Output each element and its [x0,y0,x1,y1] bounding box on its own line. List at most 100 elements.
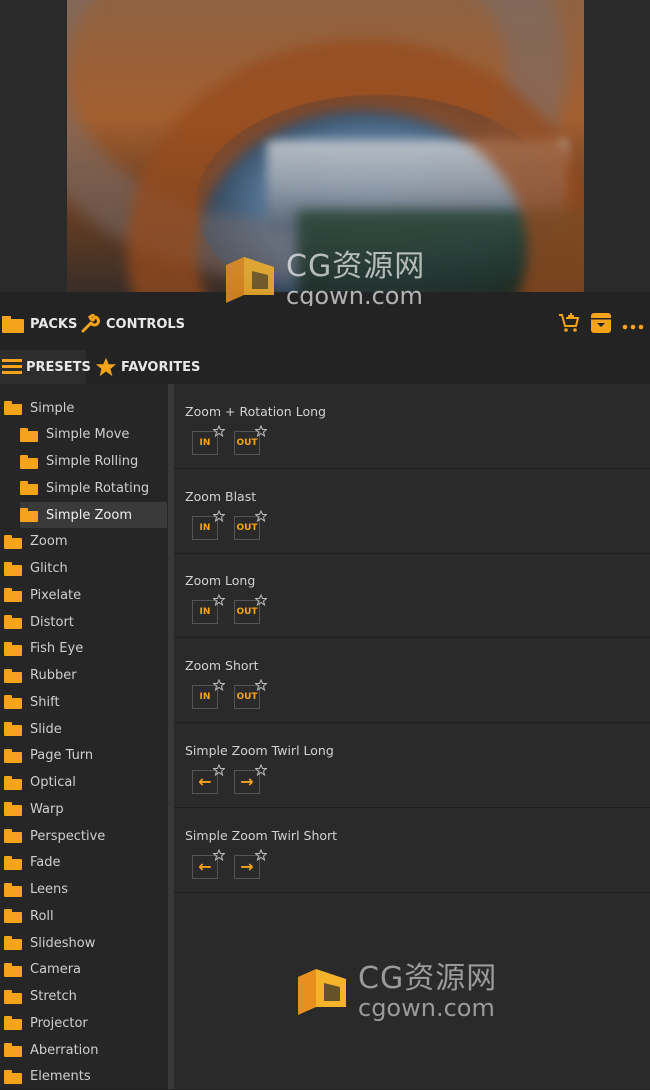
sidebar-item[interactable]: Shift [0,689,168,715]
sidebar-item[interactable]: Elements [0,1064,168,1090]
favorite-star-icon[interactable] [212,594,226,607]
folder-icon [20,481,38,496]
sidebar-item[interactable]: Simple Move [0,422,168,448]
preset-button-label: IN [199,438,211,448]
preset-apply-button[interactable]: ← [192,763,226,794]
sidebar-item[interactable]: Simple Rolling [0,449,168,475]
folder-icon [4,775,22,790]
watermark-logo-icon [222,255,278,305]
sidebar-item-label: Fade [30,855,61,871]
star-icon [95,357,117,377]
preset-button-label: IN [199,522,211,533]
preset-card: Zoom Blast IN OUT [174,469,650,554]
download-box-icon[interactable] [590,312,612,338]
sidebar-item[interactable]: Simple Rotating [0,475,168,501]
preset-apply-button[interactable]: IN [192,509,226,540]
sidebar-item[interactable]: Simple Zoom [20,502,167,528]
folder-icon [20,427,38,442]
preset-name: Zoom Blast [185,488,257,504]
sidebar-item-label: Warp [30,801,64,817]
sidebar-item-label: Aberration [30,1042,99,1058]
folder-icon [4,668,22,683]
favorite-star-icon[interactable] [212,509,226,522]
folder-icon [20,508,38,522]
sidebar-item-label: Shift [30,694,60,710]
favorite-star-icon[interactable] [254,594,268,607]
favorite-star-icon[interactable] [254,424,268,438]
sidebar-item-label: Roll [30,908,54,924]
preset-apply-button[interactable]: OUT [234,424,268,455]
sidebar-item[interactable]: Simple [0,395,168,421]
preset-card: Zoom Short IN OUT [174,638,650,724]
more-icon[interactable] [622,316,644,335]
preset-button-label: → [240,771,254,791]
sidebar-item-label: Zoom [30,534,68,550]
sidebar-item[interactable]: Distort [0,609,168,635]
sidebar-item[interactable]: Fish Eye [0,636,168,662]
preset-apply-button[interactable]: OUT [234,594,268,625]
category-sidebar: Simple Simple Move Simple Rolling Simple Ro… [0,384,168,1089]
sidebar-item[interactable]: Roll [0,903,168,929]
sidebar-item[interactable]: Warp [0,796,168,822]
folder-icon [4,855,22,870]
sidebar-item[interactable]: Leens [0,877,168,903]
favorite-star-icon[interactable] [212,424,226,438]
sidebar-item[interactable]: Camera [0,957,168,983]
folder-icon [4,615,22,629]
folder-icon [4,802,22,817]
favorite-star-icon[interactable] [212,848,226,861]
sidebar-item[interactable]: Page Turn [0,743,168,769]
tab-presets[interactable]: PRESETS [0,350,91,384]
preset-apply-button[interactable]: ← [192,848,226,879]
tab-favorites[interactable]: FAVORITES [95,350,200,384]
preset-button-label: IN [199,692,211,703]
sidebar-item[interactable]: Rubber [0,663,168,689]
tab-controls-label: CONTROLS [106,316,186,332]
folder-icon [4,748,22,763]
sidebar-item[interactable]: Pixelate [0,582,168,608]
preset-apply-button[interactable]: → [234,763,268,794]
preset-name: Simple Zoom Twirl Long [185,742,334,758]
preset-apply-button[interactable]: OUT [234,678,268,710]
favorite-star-icon[interactable] [212,763,226,776]
tab-controls[interactable]: CONTROLS [80,306,185,342]
favorite-star-icon[interactable] [212,678,226,692]
folder-icon [20,454,38,469]
favorite-star-icon[interactable] [254,678,268,692]
sidebar-item[interactable]: Zoom [0,529,168,555]
sidebar-item[interactable]: Stretch [0,984,168,1010]
preset-apply-button[interactable]: IN [192,424,226,455]
favorite-star-icon[interactable] [254,848,268,861]
watermark-top: CG资源网 cgown.com [222,252,425,308]
preset-card: Simple Zoom Twirl Long ← → [174,723,650,808]
favorite-star-icon[interactable] [254,763,268,776]
folder-icon [4,882,22,897]
preset-apply-button[interactable]: IN [192,594,226,625]
folder-icon [4,909,22,924]
sidebar-item-label: Leens [30,882,69,897]
sidebar-item[interactable]: Optical [0,770,168,796]
preset-apply-button[interactable]: IN [192,678,226,710]
folder-icon [4,534,22,549]
cart-add-icon[interactable] [558,312,580,338]
folder-icon [4,588,22,603]
top-toolbar: PACKS CONTROLS [0,306,650,342]
preset-apply-button[interactable]: OUT [234,509,268,540]
sidebar-item[interactable]: Fade [0,850,168,876]
sidebar-item[interactable]: Projector [0,1010,168,1036]
sidebar-item[interactable]: Glitch [0,556,168,582]
preset-apply-button[interactable]: → [234,848,268,879]
folder-icon [2,315,24,333]
sidebar-item[interactable]: Aberration [0,1037,168,1063]
sidebar-item-label: Camera [30,962,82,978]
folder-icon [4,989,22,1004]
sidebar-item[interactable]: Slideshow [0,930,168,956]
preset-button-label: OUT [236,692,258,703]
favorite-star-icon[interactable] [254,509,268,522]
tab-packs[interactable]: PACKS [2,306,77,342]
sidebar-item[interactable]: Slide [0,716,168,742]
folder-icon [4,722,22,736]
preset-button-label: IN [199,607,211,618]
sidebar-item-label: Elements [30,1069,91,1085]
sidebar-item[interactable]: Perspective [0,823,168,849]
